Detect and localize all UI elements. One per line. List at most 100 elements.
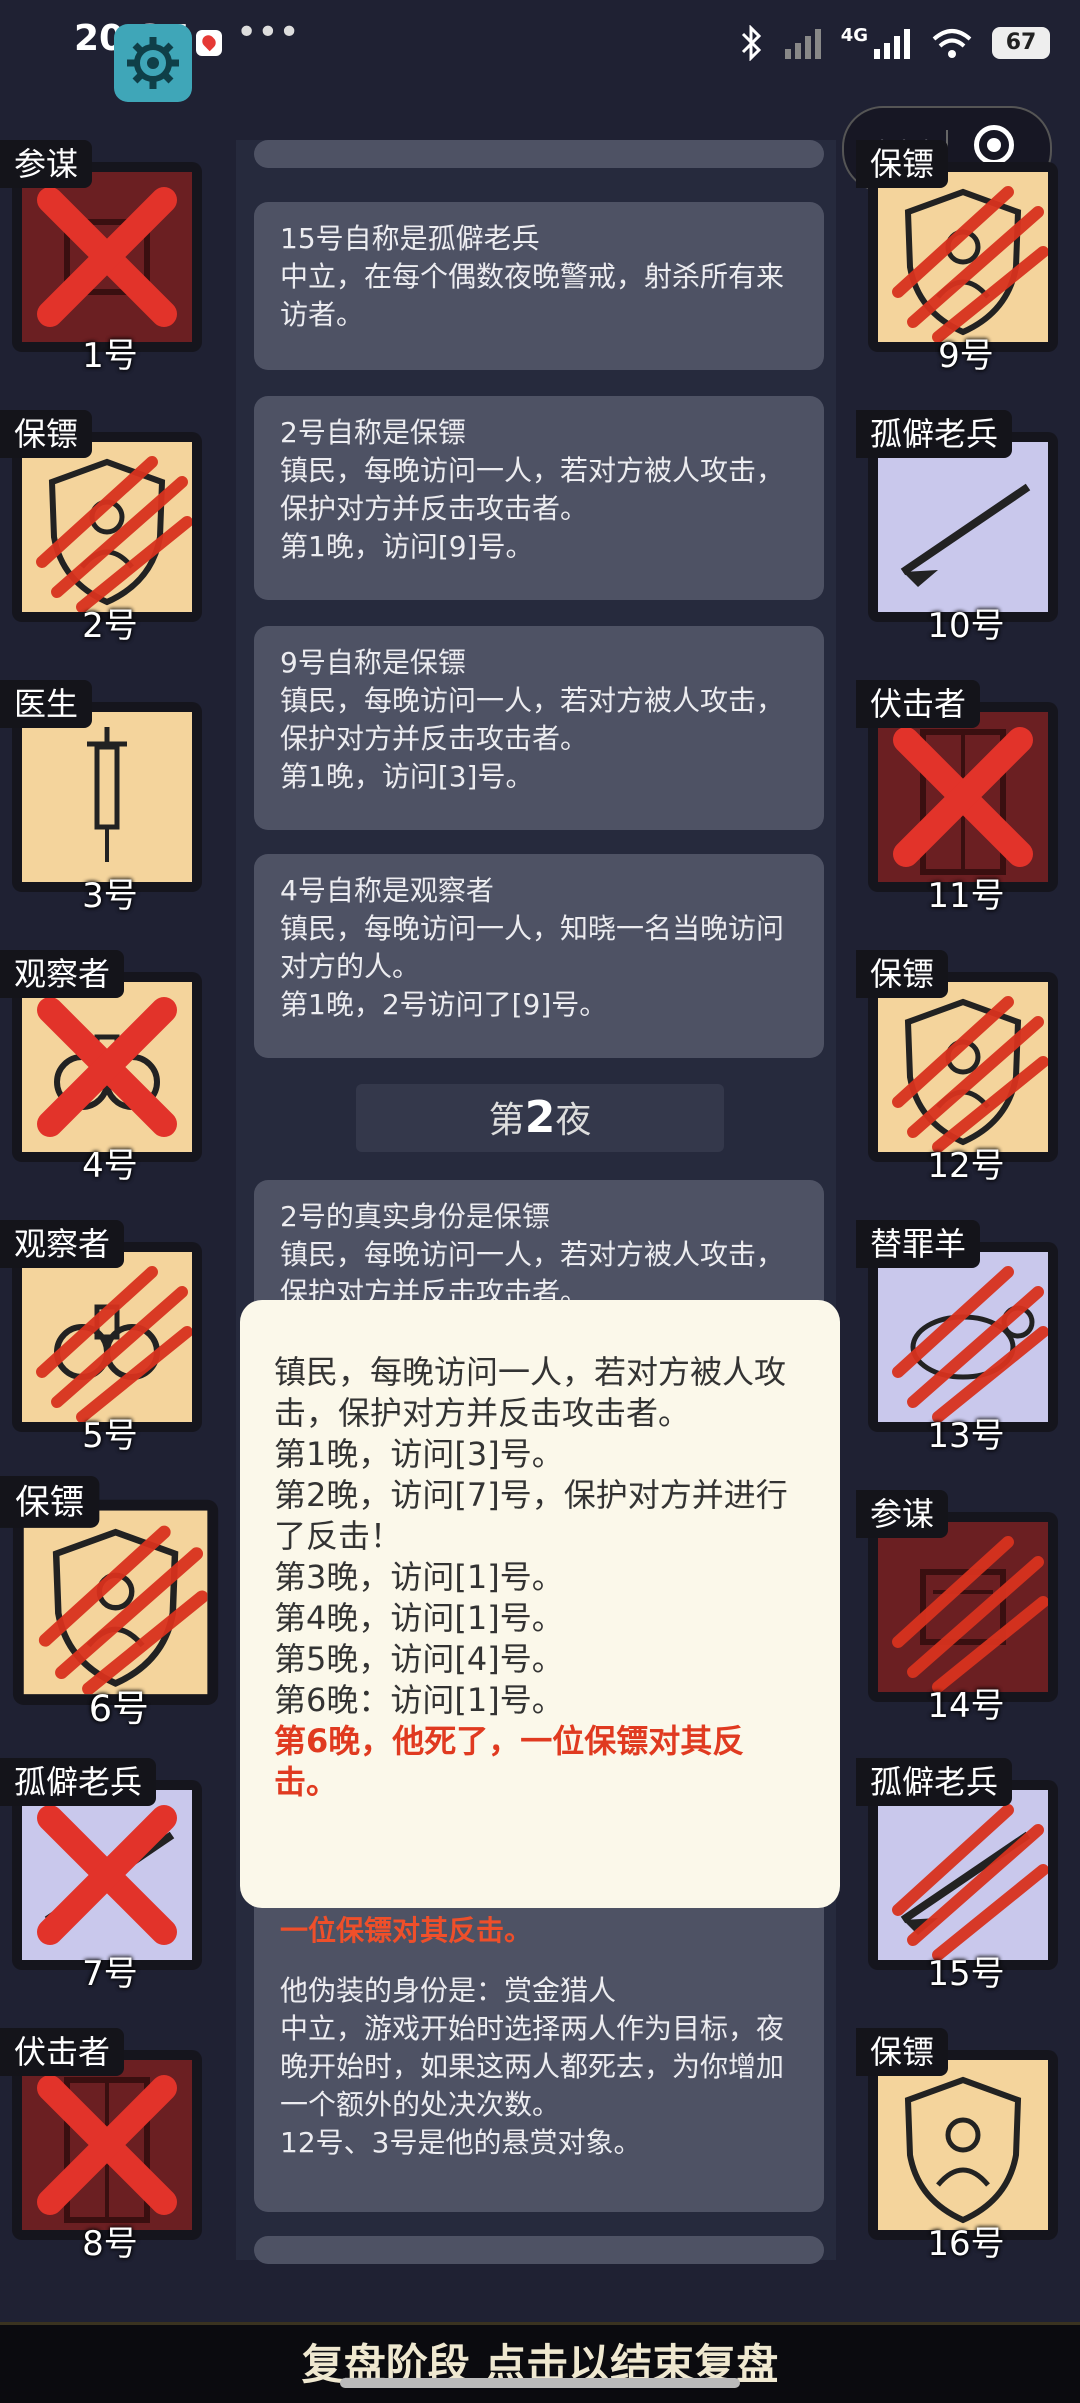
player-number: 12号 [927, 1146, 1005, 1186]
player-number: 9号 [938, 336, 994, 376]
status-bar: 20:37 ••• 4G 67 [0, 0, 1080, 102]
wifi-icon [932, 29, 972, 58]
popup-text: 第5晚，访问[4]号。 [274, 1640, 564, 1678]
popup-text: 第1晚，访问[3]号。 [274, 1435, 564, 1473]
role-art [22, 712, 192, 882]
player-number: 10号 [927, 606, 1005, 646]
home-indicator[interactable] [340, 2378, 740, 2388]
rifle-icon [892, 1804, 1048, 1960]
card-title: 他伪装的身份是：赏金猎人 [280, 1974, 617, 2007]
night-suffix: 夜 [555, 1100, 592, 1141]
popup-text: 镇民，每晚访问一人，若对方被人攻击，保护对方并反击攻击者。 [274, 1353, 787, 1432]
shield-icon [892, 996, 1048, 1152]
role-tag: 孤僻老兵 [856, 410, 1013, 458]
player-tile-15[interactable]: 孤僻老兵 15号 [856, 1758, 1058, 1994]
player-number: 15号 [927, 1954, 1005, 1994]
role-tag: 观察者 [0, 1220, 125, 1268]
door-icon [37, 2075, 177, 2223]
player-tile-5[interactable]: 观察者 5号 [0, 1220, 202, 1456]
role-art [878, 172, 1048, 342]
player-number: 16号 [927, 2224, 1005, 2264]
log-card-partial [254, 140, 824, 168]
player-tile-4[interactable]: 观察者 4号 [0, 950, 202, 1186]
network-type: 4G [840, 24, 868, 46]
shield-icon [904, 2076, 1022, 2224]
night-prefix: 第 [488, 1100, 525, 1141]
role-art [878, 1522, 1048, 1692]
player-tile-10[interactable]: 孤僻老兵 10号 [856, 410, 1058, 646]
player-number: 5号 [82, 1416, 138, 1456]
role-art [878, 442, 1048, 612]
card-title: 4号自称是观察者 [280, 874, 494, 907]
player-number: 13号 [927, 1416, 1005, 1456]
log-card: 9号自称是保镖 镇民，每晚访问一人，若对方被人攻击，保护对方并反击攻击者。 第1… [254, 626, 824, 830]
end-review-bar[interactable]: 复盘阶段 点击以结束复盘 [0, 2322, 1080, 2403]
card-text: 中立，在每个偶数夜晚警戒，射杀所有来访者。 [280, 260, 785, 331]
role-tag: 保镖 [856, 950, 949, 998]
rifle-icon [37, 1805, 177, 1945]
role-art [878, 1790, 1048, 1960]
card-text: 镇民，每晚访问一人，若对方被人攻击，保护对方并反击攻击者。 [280, 684, 785, 755]
role-art [22, 442, 192, 612]
role-tag: 参谋 [856, 1490, 949, 1538]
role-tag: 保镖 [0, 1476, 100, 1528]
card-text: 第1晚，访问[9]号。 [280, 530, 534, 563]
player-tile-8[interactable]: 伏击者 8号 [0, 2028, 202, 2264]
player-number: 4号 [82, 1146, 138, 1186]
signal-icon [784, 29, 821, 59]
role-art [878, 712, 1048, 882]
player-tile-3[interactable]: 医生 3号 [0, 680, 202, 916]
player-tile-2[interactable]: 保镖 2号 [0, 410, 202, 646]
popup-death-text: 第6晚，他死了，一位保镖对其反击。 [274, 1722, 745, 1801]
card-title: 9号自称是保镖 [280, 646, 466, 679]
role-tag: 保镖 [856, 2028, 949, 2076]
role-tag: 孤僻老兵 [0, 1758, 157, 1806]
card-title: 15号自称是孤僻老兵 [280, 222, 540, 255]
shield-icon [36, 456, 192, 612]
role-tag: 医生 [0, 680, 93, 728]
player-number: 6号 [88, 1687, 149, 1731]
player-tile-1[interactable]: 参谋 1号 [0, 140, 202, 376]
player-number: 3号 [82, 876, 138, 916]
card-spacer [280, 1950, 798, 1972]
log-card: 2号自称是保镖 镇民，每晚访问一人，若对方被人攻击，保护对方并反击攻击者。 第1… [254, 396, 824, 600]
log-card: 15号自称是孤僻老兵 中立，在每个偶数夜晚警戒，射杀所有来访者。 [254, 202, 824, 370]
player-tile-12[interactable]: 保镖 12号 [856, 950, 1058, 1186]
gear-icon[interactable] [114, 24, 192, 102]
popup-text: 第2晚，访问[7]号，保护对方并进行了反击！ [274, 1476, 788, 1555]
player-tile-14[interactable]: 参谋 14号 [856, 1490, 1058, 1726]
role-detail-popup[interactable]: 镇民，每晚访问一人，若对方被人攻击，保护对方并反击攻击者。 第1晚，访问[3]号… [240, 1300, 840, 1908]
card-text: 镇民，每晚访问一人，若对方被人攻击，保护对方并反击攻击者。 [280, 454, 785, 525]
role-art [878, 2060, 1048, 2230]
binoculars-icon [37, 997, 177, 1137]
player-tile-16[interactable]: 保镖 16号 [856, 2028, 1058, 2264]
role-art [22, 982, 192, 1152]
role-tag: 替罪羊 [856, 1220, 981, 1268]
bluetooth-icon [741, 25, 761, 61]
role-art [23, 1510, 208, 1695]
binoculars-icon [36, 1266, 192, 1422]
role-tag: 参谋 [0, 140, 93, 188]
night-divider: 第2夜 [356, 1084, 724, 1152]
night-number: 2 [524, 1092, 556, 1143]
popup-text: 第4晚，访问[1]号。 [274, 1599, 564, 1637]
player-tile-7[interactable]: 孤僻老兵 7号 [0, 1758, 202, 1994]
player-tile-13[interactable]: 替罪羊 13号 [856, 1220, 1058, 1456]
card-title: 2号自称是保镖 [280, 416, 466, 449]
log-card: 4号自称是观察者 镇民，每晚访问一人，知晓一名当晚访问对方的人。 第1晚，2号访… [254, 854, 824, 1058]
card-text: 第1晚，访问[3]号。 [280, 760, 534, 793]
player-tile-11[interactable]: 伏击者 11号 [856, 680, 1058, 916]
player-number: 2号 [82, 606, 138, 646]
log-card-partial [254, 2236, 824, 2264]
goat-icon [892, 1266, 1048, 1422]
player-number: 1号 [82, 336, 138, 376]
battery-icon: 67 [992, 27, 1050, 59]
card-title: 2号的真实身份是保镖 [280, 1200, 550, 1233]
role-tag: 保镖 [0, 410, 93, 458]
player-tile-6[interactable]: 保镖 6号 [0, 1476, 219, 1731]
role-tag: 保镖 [856, 140, 949, 188]
role-art [22, 172, 192, 342]
door-icon [893, 727, 1033, 875]
player-tile-9[interactable]: 保镖 9号 [856, 140, 1058, 376]
shield-icon [38, 1525, 208, 1695]
